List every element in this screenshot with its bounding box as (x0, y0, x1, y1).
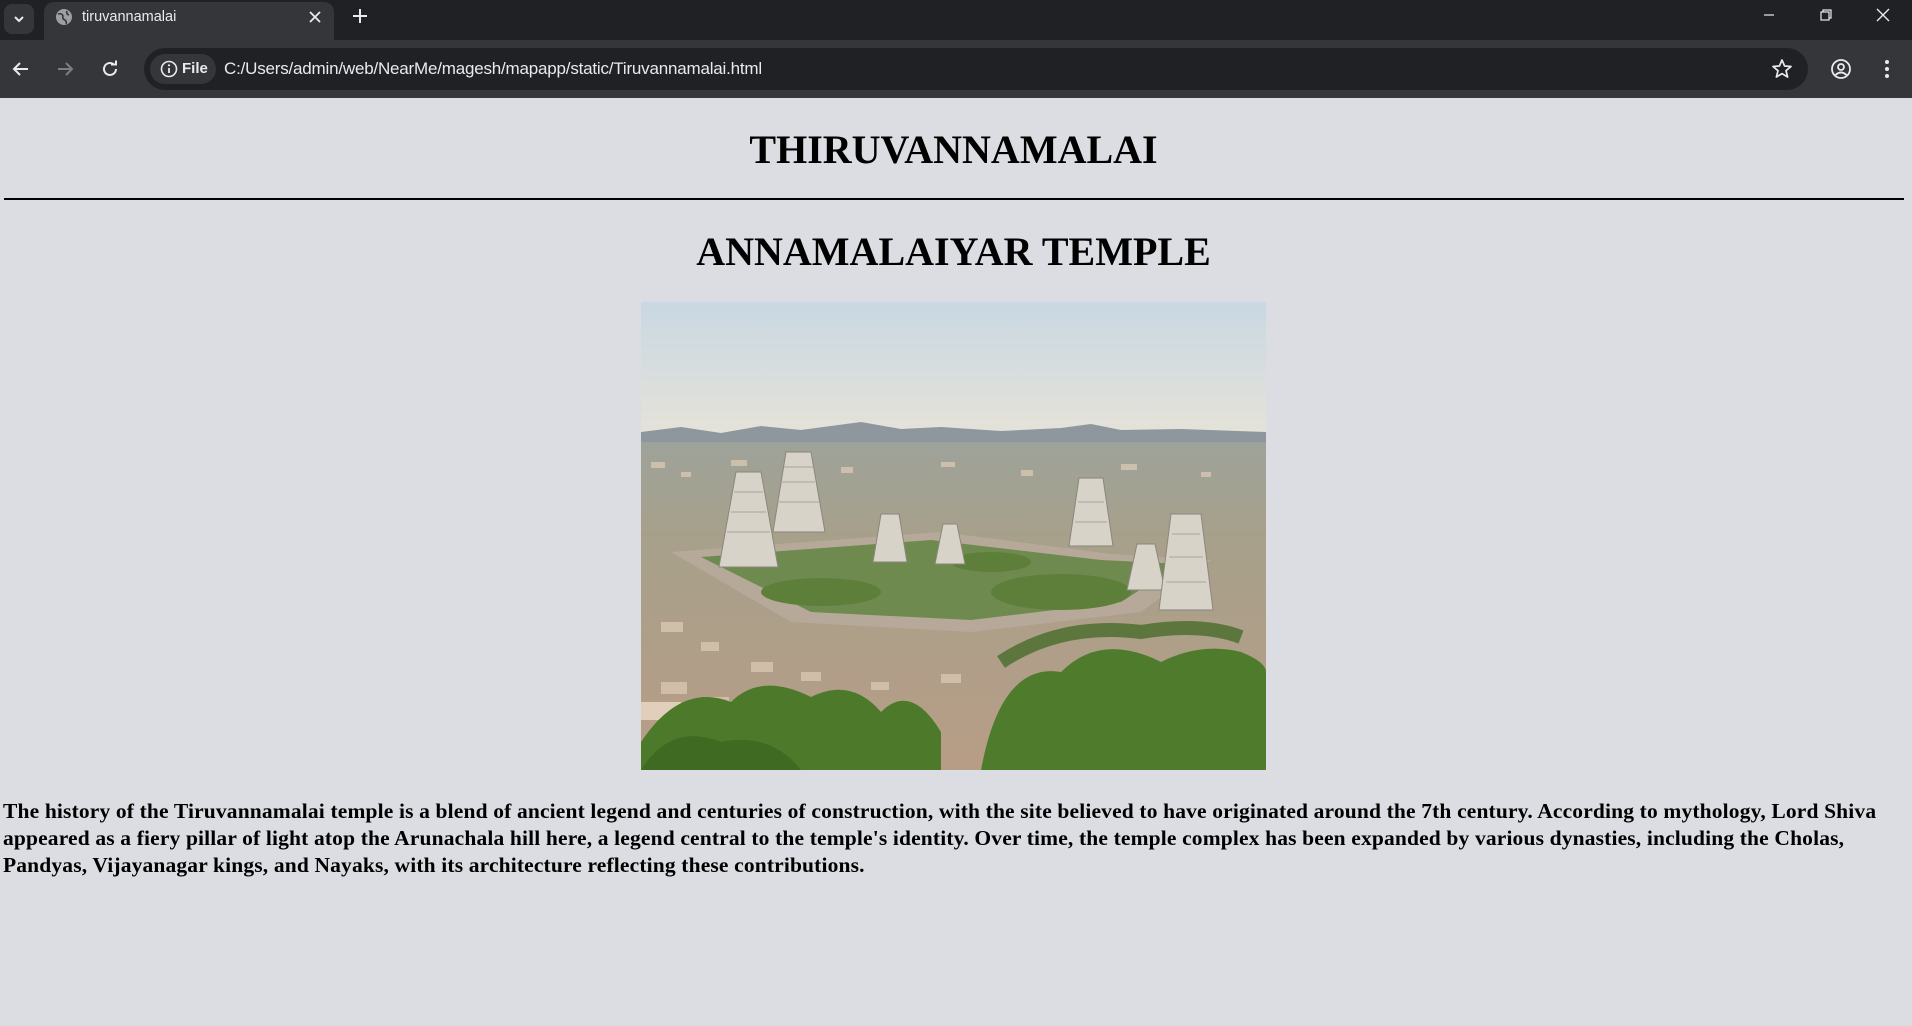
forward-button[interactable] (52, 56, 78, 82)
reload-icon (103, 60, 117, 76)
address-bar[interactable]: File C:/Users/admin/web/NearMe/magesh/ma… (144, 48, 1808, 90)
section-title: ANNAMALAIYAR TEMPLE (696, 229, 1211, 274)
restore-button[interactable] (1803, 0, 1849, 30)
minimize-icon (1764, 14, 1774, 16)
browser-menu-button[interactable] (1874, 56, 1900, 82)
browser-toolbar: File C:/Users/admin/web/NearMe/magesh/ma… (0, 40, 1912, 98)
tab-title: tiruvannamalai (82, 9, 177, 25)
minimize-button[interactable] (1746, 0, 1792, 30)
page-title: THIRUVANNAMALAI (749, 127, 1158, 172)
tab-strip: tiruvannamalai (0, 0, 1912, 40)
account-icon (1831, 59, 1851, 79)
temple-aerial-illustration (641, 302, 1266, 770)
close-window-button[interactable] (1860, 0, 1906, 30)
temple-photo (641, 302, 1266, 770)
temple-description: The history of the Tiruvannamalai temple… (3, 799, 1877, 877)
arrow-left-icon (12, 62, 28, 76)
reload-button[interactable] (97, 56, 123, 82)
site-chip-label: File (182, 60, 208, 77)
url-text[interactable]: C:/Users/admin/web/NearMe/magesh/mapapp/… (224, 59, 762, 79)
bookmark-star-icon[interactable] (1770, 57, 1794, 81)
profile-button[interactable] (1828, 56, 1854, 82)
new-tab-icon[interactable] (348, 4, 372, 28)
chevron-down-icon (14, 16, 24, 23)
globe-icon (56, 9, 72, 25)
page-content: THIRUVANNAMALAI ANNAMALAIYAR TEMPLE The … (0, 98, 1912, 1026)
browser-tab[interactable]: tiruvannamalai (44, 2, 334, 40)
horizontal-rule (4, 198, 1904, 200)
site-info-chip[interactable]: File (150, 54, 216, 84)
back-button[interactable] (8, 56, 34, 82)
close-tab-icon[interactable] (306, 8, 324, 26)
info-icon (160, 60, 178, 78)
arrow-right-icon (58, 62, 74, 76)
kebab-menu-icon (1885, 60, 1889, 78)
tab-search-button[interactable] (4, 4, 34, 34)
restore-icon (1820, 9, 1832, 21)
close-icon (1876, 8, 1890, 22)
